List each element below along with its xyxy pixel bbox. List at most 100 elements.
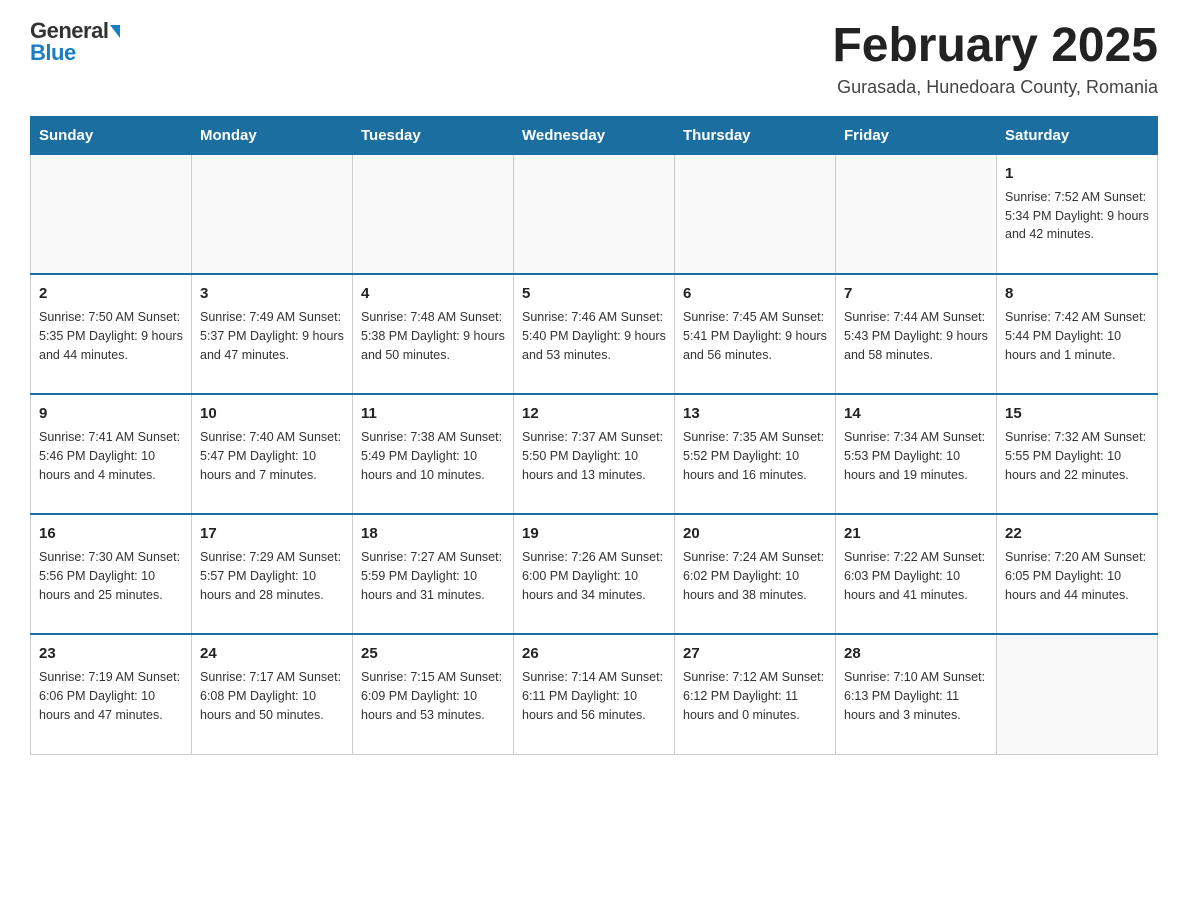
title-block: February 2025 Gurasada, Hunedoara County… bbox=[832, 20, 1158, 98]
calendar-cell: 25 Sunrise: 7:15 AM Sunset: 6:09 PM Dayli… bbox=[353, 634, 514, 754]
calendar-cell: 19 Sunrise: 7:26 AM Sunset: 6:00 PM Dayli… bbox=[514, 514, 675, 634]
week-row-4: 16Sunrise: 7:30 AM Sunset: 5:56 PM Dayli… bbox=[31, 514, 1158, 634]
day-number: 5 bbox=[522, 283, 666, 304]
day-number: 18 bbox=[361, 523, 505, 544]
calendar-cell: 16Sunrise: 7:30 AM Sunset: 5:56 PM Dayli… bbox=[31, 514, 192, 634]
day-number: 11 bbox=[361, 403, 505, 424]
calendar-cell: 18 Sunrise: 7:27 AM Sunset: 5:59 PM Dayli… bbox=[353, 514, 514, 634]
day-info: Sunrise: 7:15 AM Sunset: 6:09 PM Dayligh… bbox=[361, 668, 505, 724]
day-info: Sunrise: 7:10 AM Sunset: 6:13 PM Dayligh… bbox=[844, 668, 988, 724]
week-row-2: 2Sunrise: 7:50 AM Sunset: 5:35 PM Daylig… bbox=[31, 274, 1158, 394]
day-info: Sunrise: 7:14 AM Sunset: 6:11 PM Dayligh… bbox=[522, 668, 666, 724]
day-number: 22 bbox=[1005, 523, 1149, 544]
day-info: Sunrise: 7:44 AM Sunset: 5:43 PM Dayligh… bbox=[844, 308, 988, 364]
day-header-saturday: Saturday bbox=[997, 116, 1158, 154]
day-number: 4 bbox=[361, 283, 505, 304]
calendar-cell: 14Sunrise: 7:34 AM Sunset: 5:53 PM Dayli… bbox=[836, 394, 997, 514]
day-number: 12 bbox=[522, 403, 666, 424]
day-number: 26 bbox=[522, 643, 666, 664]
calendar-table: SundayMondayTuesdayWednesdayThursdayFrid… bbox=[30, 116, 1158, 755]
calendar-cell: 21 Sunrise: 7:22 AM Sunset: 6:03 PM Dayli… bbox=[836, 514, 997, 634]
day-number: 7 bbox=[844, 283, 988, 304]
calendar-cell: 22 Sunrise: 7:20 AM Sunset: 6:05 PM Dayli… bbox=[997, 514, 1158, 634]
day-info: Sunrise: 7:45 AM Sunset: 5:41 PM Dayligh… bbox=[683, 308, 827, 364]
day-number: 10 bbox=[200, 403, 344, 424]
day-number: 24 bbox=[200, 643, 344, 664]
day-info: Sunrise: 7:46 AM Sunset: 5:40 PM Dayligh… bbox=[522, 308, 666, 364]
calendar-cell bbox=[353, 154, 514, 274]
day-info: Sunrise: 7:29 AM Sunset: 5:57 PM Dayligh… bbox=[200, 548, 344, 604]
day-info: Sunrise: 7:41 AM Sunset: 5:46 PM Dayligh… bbox=[39, 428, 183, 484]
logo-blue-text: Blue bbox=[30, 42, 76, 64]
calendar-header-row: SundayMondayTuesdayWednesdayThursdayFrid… bbox=[31, 116, 1158, 154]
day-number: 16 bbox=[39, 523, 183, 544]
calendar-title: February 2025 bbox=[832, 20, 1158, 73]
day-number: 9 bbox=[39, 403, 183, 424]
calendar-cell: 20 Sunrise: 7:24 AM Sunset: 6:02 PM Dayli… bbox=[675, 514, 836, 634]
week-row-1: 1 Sunrise: 7:52 AM Sunset: 5:34 PM Daylig… bbox=[31, 154, 1158, 274]
day-info: Sunrise: 7:12 AM Sunset: 6:12 PM Dayligh… bbox=[683, 668, 827, 724]
calendar-cell: 5 Sunrise: 7:46 AM Sunset: 5:40 PM Daylig… bbox=[514, 274, 675, 394]
day-info: Sunrise: 7:52 AM Sunset: 5:34 PM Dayligh… bbox=[1005, 188, 1149, 244]
day-info: Sunrise: 7:32 AM Sunset: 5:55 PM Dayligh… bbox=[1005, 428, 1149, 484]
logo: General Blue bbox=[30, 20, 120, 64]
day-header-wednesday: Wednesday bbox=[514, 116, 675, 154]
calendar-cell bbox=[31, 154, 192, 274]
day-number: 27 bbox=[683, 643, 827, 664]
calendar-subtitle: Gurasada, Hunedoara County, Romania bbox=[832, 77, 1158, 98]
calendar-cell: 11Sunrise: 7:38 AM Sunset: 5:49 PM Dayli… bbox=[353, 394, 514, 514]
calendar-cell: 23 Sunrise: 7:19 AM Sunset: 6:06 PM Dayli… bbox=[31, 634, 192, 754]
day-info: Sunrise: 7:42 AM Sunset: 5:44 PM Dayligh… bbox=[1005, 308, 1149, 364]
week-row-5: 23 Sunrise: 7:19 AM Sunset: 6:06 PM Dayli… bbox=[31, 634, 1158, 754]
calendar-cell: 2Sunrise: 7:50 AM Sunset: 5:35 PM Daylig… bbox=[31, 274, 192, 394]
day-number: 3 bbox=[200, 283, 344, 304]
day-number: 14 bbox=[844, 403, 988, 424]
day-number: 28 bbox=[844, 643, 988, 664]
calendar-cell bbox=[997, 634, 1158, 754]
day-info: Sunrise: 7:40 AM Sunset: 5:47 PM Dayligh… bbox=[200, 428, 344, 484]
calendar-cell: 12 Sunrise: 7:37 AM Sunset: 5:50 PM Dayli… bbox=[514, 394, 675, 514]
day-info: Sunrise: 7:35 AM Sunset: 5:52 PM Dayligh… bbox=[683, 428, 827, 484]
day-number: 17 bbox=[200, 523, 344, 544]
day-info: Sunrise: 7:37 AM Sunset: 5:50 PM Dayligh… bbox=[522, 428, 666, 484]
calendar-cell: 26 Sunrise: 7:14 AM Sunset: 6:11 PM Dayli… bbox=[514, 634, 675, 754]
day-number: 21 bbox=[844, 523, 988, 544]
calendar-cell: 6 Sunrise: 7:45 AM Sunset: 5:41 PM Daylig… bbox=[675, 274, 836, 394]
calendar-cell: 27 Sunrise: 7:12 AM Sunset: 6:12 PM Dayli… bbox=[675, 634, 836, 754]
day-info: Sunrise: 7:27 AM Sunset: 5:59 PM Dayligh… bbox=[361, 548, 505, 604]
day-number: 8 bbox=[1005, 283, 1149, 304]
calendar-cell: 10 Sunrise: 7:40 AM Sunset: 5:47 PM Dayli… bbox=[192, 394, 353, 514]
day-number: 20 bbox=[683, 523, 827, 544]
day-number: 19 bbox=[522, 523, 666, 544]
day-number: 1 bbox=[1005, 163, 1149, 184]
calendar-cell: 9 Sunrise: 7:41 AM Sunset: 5:46 PM Daylig… bbox=[31, 394, 192, 514]
day-number: 13 bbox=[683, 403, 827, 424]
day-number: 25 bbox=[361, 643, 505, 664]
day-info: Sunrise: 7:19 AM Sunset: 6:06 PM Dayligh… bbox=[39, 668, 183, 724]
day-info: Sunrise: 7:50 AM Sunset: 5:35 PM Dayligh… bbox=[39, 308, 183, 364]
day-number: 23 bbox=[39, 643, 183, 664]
day-info: Sunrise: 7:49 AM Sunset: 5:37 PM Dayligh… bbox=[200, 308, 344, 364]
day-header-tuesday: Tuesday bbox=[353, 116, 514, 154]
calendar-cell: 13 Sunrise: 7:35 AM Sunset: 5:52 PM Dayli… bbox=[675, 394, 836, 514]
day-header-sunday: Sunday bbox=[31, 116, 192, 154]
day-info: Sunrise: 7:26 AM Sunset: 6:00 PM Dayligh… bbox=[522, 548, 666, 604]
calendar-cell: 7 Sunrise: 7:44 AM Sunset: 5:43 PM Daylig… bbox=[836, 274, 997, 394]
day-info: Sunrise: 7:24 AM Sunset: 6:02 PM Dayligh… bbox=[683, 548, 827, 604]
calendar-cell bbox=[836, 154, 997, 274]
calendar-cell: 28 Sunrise: 7:10 AM Sunset: 6:13 PM Dayli… bbox=[836, 634, 997, 754]
week-row-3: 9 Sunrise: 7:41 AM Sunset: 5:46 PM Daylig… bbox=[31, 394, 1158, 514]
day-number: 15 bbox=[1005, 403, 1149, 424]
day-number: 6 bbox=[683, 283, 827, 304]
day-info: Sunrise: 7:17 AM Sunset: 6:08 PM Dayligh… bbox=[200, 668, 344, 724]
day-header-thursday: Thursday bbox=[675, 116, 836, 154]
calendar-cell bbox=[675, 154, 836, 274]
day-info: Sunrise: 7:20 AM Sunset: 6:05 PM Dayligh… bbox=[1005, 548, 1149, 604]
day-info: Sunrise: 7:22 AM Sunset: 6:03 PM Dayligh… bbox=[844, 548, 988, 604]
calendar-cell: 15 Sunrise: 7:32 AM Sunset: 5:55 PM Dayli… bbox=[997, 394, 1158, 514]
calendar-cell bbox=[514, 154, 675, 274]
day-info: Sunrise: 7:48 AM Sunset: 5:38 PM Dayligh… bbox=[361, 308, 505, 364]
calendar-cell: 17 Sunrise: 7:29 AM Sunset: 5:57 PM Dayli… bbox=[192, 514, 353, 634]
calendar-cell: 3 Sunrise: 7:49 AM Sunset: 5:37 PM Daylig… bbox=[192, 274, 353, 394]
logo-arrow-icon bbox=[110, 25, 120, 38]
